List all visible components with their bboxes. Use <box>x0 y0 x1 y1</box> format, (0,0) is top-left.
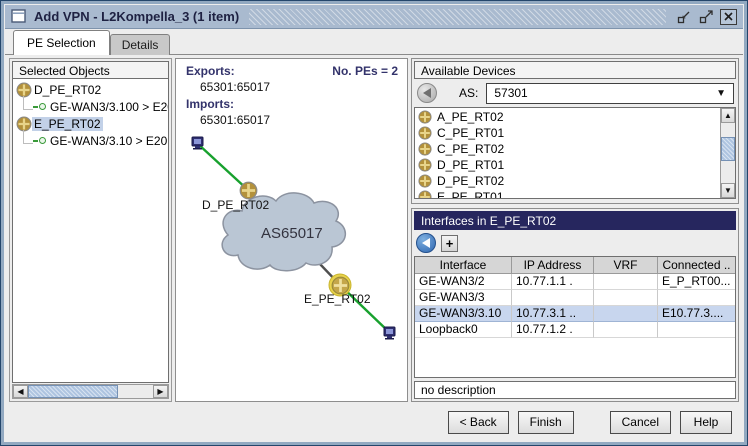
available-devices-header: Available Devices <box>414 61 736 79</box>
router-icon <box>418 126 432 140</box>
interfaces-header: Interfaces in E_PE_RT02 <box>414 211 736 230</box>
title-bar[interactable]: Add VPN - L2Kompella_3 (1 item) <box>5 5 743 29</box>
back-button[interactable]: < Back <box>448 411 509 434</box>
device-item[interactable]: A_PE_RT02 <box>415 109 720 125</box>
chevron-down-icon: ▼ <box>716 88 726 99</box>
interface-leaf-icon <box>33 140 38 142</box>
selected-objects-panel: Selected Objects D_PE_RT02 GE-WAN3/3.100… <box>9 58 172 402</box>
device-item[interactable]: C_PE_RT02 <box>415 141 720 157</box>
col-interface[interactable]: Interface <box>415 257 512 274</box>
move-left-disabled-icon[interactable] <box>417 83 437 103</box>
description-field: no description <box>414 381 736 399</box>
table-row[interactable]: GE-WAN3/2 10.77.1.1 . E_P_RT00... <box>415 274 735 290</box>
router-icon <box>418 142 432 156</box>
tab-pe-selection[interactable]: PE Selection <box>13 30 110 55</box>
device-list: A_PE_RT02 C_PE_RT01 C_PE_RT02 D_PE_ <box>414 107 736 199</box>
add-interface-icon[interactable]: + <box>441 235 458 252</box>
table-row[interactable]: Loopback0 10.77.1.2 . <box>415 322 735 338</box>
selected-objects-tree: D_PE_RT02 GE-WAN3/3.100 > E201 E_PE_RT02 <box>12 79 169 383</box>
tab-bar: PE Selection Details <box>5 29 743 55</box>
finish-button[interactable]: Finish <box>518 411 574 434</box>
ce-host-icon[interactable] <box>190 135 206 151</box>
interfaces-toolbar: + <box>414 230 736 256</box>
interfaces-table: Interface IP Address VRF Connected .. GE… <box>414 256 736 378</box>
device-item[interactable]: C_PE_RT01 <box>415 125 720 141</box>
ce-host-icon[interactable] <box>382 325 398 341</box>
titlebar-texture <box>249 9 666 25</box>
table-row[interactable]: GE-WAN3/3 <box>415 290 735 306</box>
topology-panel: Exports: No. PEs = 2 65301:65017 Imports… <box>175 58 408 402</box>
col-connected[interactable]: Connected .. <box>658 257 735 274</box>
router-icon <box>418 190 432 198</box>
tree-node-d-pe-rt02[interactable]: D_PE_RT02 <box>13 81 168 98</box>
pe2-label: E_PE_RT02 <box>304 292 371 306</box>
help-button[interactable]: Help <box>680 411 732 434</box>
device-list-scrollbar[interactable]: ▲ ▼ <box>720 108 735 198</box>
as-combobox[interactable]: 57301 ▼ <box>486 83 734 104</box>
cancel-button[interactable]: Cancel <box>610 411 671 434</box>
scrollbar-thumb[interactable] <box>721 137 735 161</box>
scroll-right-icon[interactable]: ▶ <box>153 385 168 398</box>
tree-node-e-pe-rt02[interactable]: E_PE_RT02 <box>13 115 168 132</box>
device-item[interactable]: D_PE_RT02 <box>415 173 720 189</box>
right-panel: Available Devices AS: 57301 ▼ A_PE_RT02 <box>411 58 739 402</box>
move-left-icon[interactable] <box>416 233 436 253</box>
imports-label: Imports: <box>186 97 234 111</box>
footer-button-bar: < Back Finish Cancel Help <box>5 405 743 441</box>
available-devices-section: Available Devices AS: 57301 ▼ A_PE_RT02 <box>411 58 739 204</box>
as-label: AS: <box>459 86 478 100</box>
tree-leaf-e-interface[interactable]: GE-WAN3/3.10 > E201. <box>13 132 168 149</box>
device-item[interactable]: E_PE_RT01 <box>415 189 720 198</box>
window-title: Add VPN - L2Kompella_3 (1 item) <box>34 9 239 24</box>
scroll-down-icon[interactable]: ▼ <box>721 183 735 198</box>
exports-label: Exports: <box>186 64 235 78</box>
exports-value: 65301:65017 <box>200 80 270 94</box>
tab-details[interactable]: Details <box>110 34 171 55</box>
as-value: 57301 <box>494 86 527 100</box>
table-row-selected[interactable]: GE-WAN3/3.10 10.77.3.1 .. E10.77.3.... <box>415 306 735 322</box>
scroll-up-icon[interactable]: ▲ <box>721 108 735 123</box>
add-vpn-dialog: Add VPN - L2Kompella_3 (1 item) PE Selec… <box>0 0 748 446</box>
as-selector-row: AS: 57301 ▼ <box>414 79 736 107</box>
interfaces-section: Interfaces in E_PE_RT02 + Interface IP A… <box>411 208 739 402</box>
tree-leaf-d-interface[interactable]: GE-WAN3/3.100 > E201 <box>13 98 168 115</box>
tree-elbow <box>23 130 33 144</box>
selected-objects-header: Selected Objects <box>12 61 169 79</box>
scroll-left-icon[interactable]: ◀ <box>13 385 28 398</box>
col-ip-address[interactable]: IP Address <box>512 257 594 274</box>
router-icon <box>418 174 432 188</box>
maximize-icon[interactable] <box>698 9 713 24</box>
table-header-row: Interface IP Address VRF Connected .. <box>415 257 735 274</box>
router-icon <box>418 110 432 124</box>
router-icon <box>418 158 432 172</box>
device-item[interactable]: D_PE_RT01 <box>415 157 720 173</box>
col-vrf[interactable]: VRF <box>594 257 658 274</box>
scrollbar-thumb[interactable] <box>28 385 118 398</box>
minimize-icon[interactable] <box>676 9 691 24</box>
tree-horizontal-scrollbar[interactable]: ◀ ▶ <box>12 384 169 399</box>
pe-selection-content: Selected Objects D_PE_RT02 GE-WAN3/3.100… <box>5 55 743 405</box>
pe1-label: D_PE_RT02 <box>202 198 269 212</box>
tree-elbow <box>23 96 33 110</box>
as-cloud-label: AS65017 <box>261 225 323 242</box>
pe-count: No. PEs = 2 <box>332 64 398 78</box>
imports-value: 65301:65017 <box>200 113 270 127</box>
close-icon[interactable] <box>720 9 737 25</box>
internal-frame-icon <box>11 9 27 24</box>
interface-leaf-icon <box>33 106 38 108</box>
